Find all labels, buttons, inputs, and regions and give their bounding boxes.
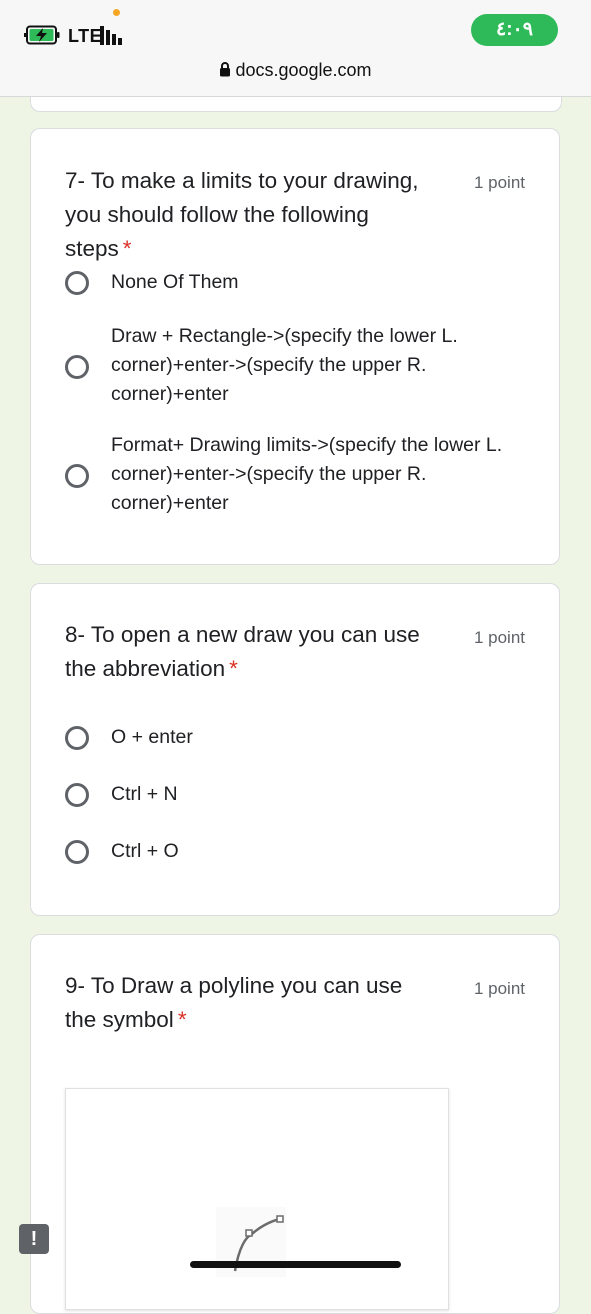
clock: ٤:٠٩	[471, 14, 558, 46]
option-label: None Of Them	[111, 271, 239, 293]
required-asterisk: *	[122, 236, 132, 261]
radio-option[interactable]: None Of Them	[65, 268, 525, 300]
option-label: Format+ Drawing limits->(specify the low…	[111, 434, 503, 514]
radio-option[interactable]: Ctrl + O	[65, 837, 525, 869]
question-title: 7- To make a limits to your drawing, you…	[65, 164, 435, 266]
question-card: 9- To Draw a polyline you can use the sy…	[30, 934, 560, 1314]
radio-button[interactable]	[65, 726, 89, 750]
report-issue-button[interactable]: !	[19, 1224, 49, 1254]
address-bar[interactable]: docs.google.com	[0, 60, 591, 81]
question-card: 7- To make a limits to your drawing, you…	[30, 128, 560, 565]
notification-dot	[113, 9, 120, 16]
radio-option[interactable]: Format+ Drawing limits->(specify the low…	[65, 431, 525, 521]
report-issue-icon: !	[30, 1228, 38, 1250]
radio-button[interactable]	[65, 783, 89, 807]
radio-option[interactable]: Ctrl + N	[65, 780, 525, 812]
question-points: 1 point	[473, 979, 525, 998]
required-asterisk: *	[229, 656, 238, 681]
question-text: 7- To make a limits to your drawing, you…	[65, 168, 419, 261]
battery-charging-icon	[24, 25, 60, 45]
question-text: 9- To Draw a polyline you can use the sy…	[65, 973, 403, 1032]
radio-option[interactable]: Draw + Rectangle->(specify the lower L. …	[65, 322, 525, 412]
question-card: 8- To open a new draw you can use the ab…	[30, 583, 560, 916]
option-label: Ctrl + N	[111, 783, 178, 805]
required-asterisk: *	[177, 1007, 187, 1032]
radio-button[interactable]	[65, 840, 89, 864]
question-points: 1 point	[473, 628, 525, 647]
option-label: Draw + Rectangle->(specify the lower L. …	[111, 325, 458, 405]
radio-button[interactable]	[65, 464, 89, 488]
question-text: 8- To open a new draw you can use the ab…	[65, 622, 420, 681]
status-bar: LTE ٤:٠٩ docs.google.com	[0, 0, 591, 97]
radio-option[interactable]: O + enter	[65, 723, 525, 755]
option-label: Ctrl + O	[111, 840, 179, 862]
url-text: docs.google.com	[235, 60, 372, 80]
network-type: LTE	[68, 26, 103, 46]
question-image	[65, 1088, 449, 1310]
lock-icon	[220, 62, 231, 77]
radio-button[interactable]	[65, 355, 89, 379]
home-indicator[interactable]	[190, 1261, 401, 1268]
option-label: O + enter	[111, 726, 193, 748]
question-title: 9- To Draw a polyline you can use the sy…	[65, 969, 435, 1037]
question-points: 1 point	[473, 173, 525, 192]
signal-strength-icon	[100, 26, 122, 45]
question-title: 8- To open a new draw you can use the ab…	[65, 618, 435, 686]
radio-button[interactable]	[65, 271, 89, 295]
